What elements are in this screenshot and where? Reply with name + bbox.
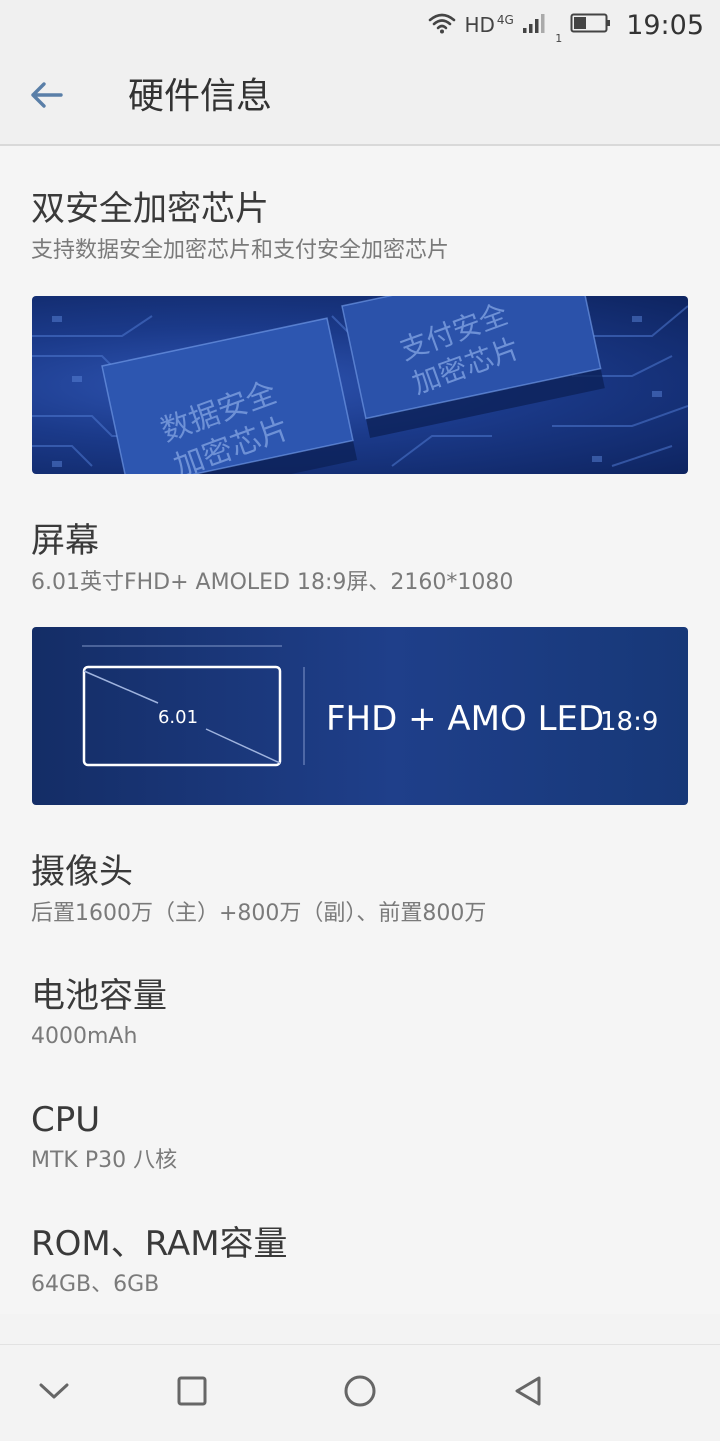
section-subtitle-camera: 后置1600万（主）+800万（副）、前置800万 [31,901,487,926]
wifi-icon [428,12,456,39]
section-subtitle-security-chip: 支持数据安全加密芯片和支付安全加密芯片 [31,238,450,263]
home-button[interactable] [336,1369,384,1417]
battery-icon [570,12,612,39]
hardware-info-list: 双安全加密芯片 支持数据安全加密芯片和支付安全加密芯片 数据安全 加密芯片 支付… [0,146,720,1314]
section-subtitle-battery: 4000mAh [31,1024,138,1049]
screen-tech-label: FHD + AMO LED [326,699,604,739]
section-title-cpu: CPU [31,1100,101,1140]
hide-nav-button[interactable] [30,1369,78,1417]
back-nav-button[interactable] [504,1369,552,1417]
recents-button[interactable] [168,1369,216,1417]
section-title-storage: ROM、RAM容量 [31,1224,288,1264]
section-subtitle-storage: 64GB、6GB [31,1272,160,1297]
status-icons: HD 4G 1 19:05 [428,8,704,45]
square-icon [176,1375,208,1411]
page-title: 硬件信息 [128,76,273,117]
section-title-security-chip: 双安全加密芯片 [31,189,269,229]
section-subtitle-screen: 6.01英寸FHD+ AMOLED 18:9屏、2160*1080 [31,570,514,595]
navigation-bar [0,1344,720,1441]
circle-icon [342,1373,378,1413]
status-bar: HD 4G 1 19:05 [0,0,720,50]
back-button[interactable] [22,74,72,120]
section-title-screen: 屏幕 [31,521,99,561]
app-bar: 硬件信息 [0,50,720,146]
network-label: HD 4G [464,13,514,37]
chevron-down-icon [37,1380,71,1406]
screen-size-label: 6.01 [158,707,198,728]
triangle-back-icon [511,1374,545,1412]
signal-icon: 1 [522,12,562,45]
arrow-left-icon [29,80,65,114]
sim-slot: 1 [555,31,563,45]
security-chip-banner: 数据安全 加密芯片 支付安全 加密芯片 [32,296,688,474]
screen-ratio-label: 18:9 [600,707,658,737]
section-title-battery: 电池容量 [31,976,167,1016]
section-title-camera: 摄像头 [31,852,133,892]
section-subtitle-cpu: MTK P30 八核 [31,1148,178,1173]
screen-banner: 6.01 FHD + AMO LED 18:9 [32,627,688,805]
status-time: 19:05 [626,9,704,41]
network-type: 4G [496,13,514,27]
